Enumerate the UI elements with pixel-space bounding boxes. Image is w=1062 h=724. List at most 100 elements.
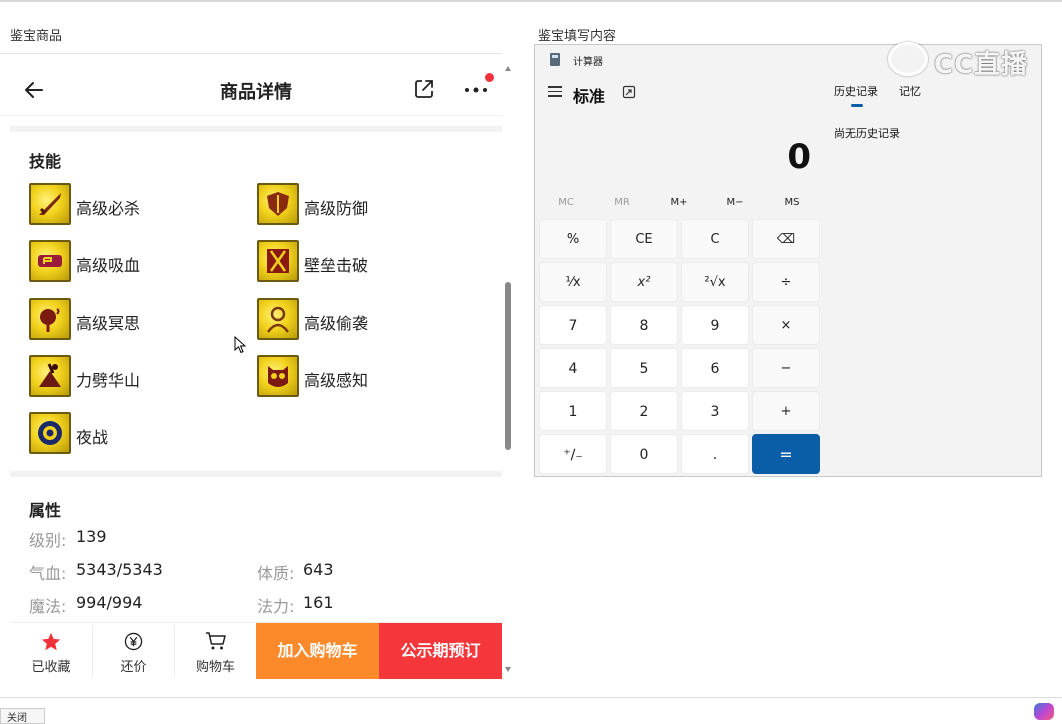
- watermark-text: CC直播: [934, 50, 1029, 80]
- left-panel-title: 鉴宝商品: [10, 29, 63, 44]
- clear-button[interactable]: C: [681, 219, 749, 259]
- watermark-circle: [888, 42, 928, 76]
- cleave-icon: [29, 355, 71, 397]
- digit-3-button[interactable]: 3: [681, 391, 749, 431]
- section-separator: [10, 471, 502, 477]
- level-label: 级别:: [29, 531, 67, 550]
- digit-8-button[interactable]: 8: [610, 305, 678, 345]
- magic-value: 161: [303, 593, 334, 612]
- digit-2-button[interactable]: 2: [610, 391, 678, 431]
- reserve-button[interactable]: 公示期预订: [379, 623, 502, 679]
- hamburger-menu-icon[interactable]: [548, 86, 562, 98]
- tab-history[interactable]: 历史记录: [834, 83, 878, 99]
- skills-title: 技能: [29, 152, 62, 171]
- divide-button[interactable]: ÷: [752, 262, 820, 302]
- skill-item[interactable]: 夜战: [29, 412, 229, 456]
- calculator-display: 0: [787, 137, 811, 177]
- meditation-icon: [29, 298, 71, 340]
- add-to-cart-button[interactable]: 加入购物车: [256, 623, 379, 679]
- calculator-window: 计算器 标准 0 MC MR M+ M− MS % CE C ⌫ ¹⁄x x² …: [534, 44, 1042, 477]
- square-button[interactable]: x²: [610, 262, 678, 302]
- scroll-down-arrow[interactable]: [505, 667, 511, 672]
- reciprocal-button[interactable]: ¹⁄x: [539, 262, 607, 302]
- level-value: 139: [76, 527, 107, 546]
- yen-coin-icon: [124, 632, 143, 651]
- skill-name: 高级偷袭: [304, 314, 369, 333]
- multiply-button[interactable]: ×: [752, 305, 820, 345]
- right-panel-title: 鉴宝填写内容: [538, 29, 617, 44]
- footer-divider: [0, 697, 1062, 698]
- shopping-cart-icon: [206, 632, 226, 650]
- clear-entry-button[interactable]: CE: [610, 219, 678, 259]
- active-tab-indicator: [851, 104, 863, 107]
- skill-item[interactable]: 高级吸血: [29, 240, 229, 284]
- plus-button[interactable]: +: [752, 391, 820, 431]
- eye-icon: [29, 412, 71, 454]
- scrollbar-thumb[interactable]: [505, 282, 511, 450]
- digit-5-button[interactable]: 5: [610, 348, 678, 388]
- decimal-button[interactable]: .: [681, 434, 749, 474]
- digit-7-button[interactable]: 7: [539, 305, 607, 345]
- app-logo-icon[interactable]: [1034, 703, 1054, 720]
- star-icon: [41, 632, 61, 651]
- skill-item[interactable]: 高级防御: [257, 183, 457, 227]
- digit-6-button[interactable]: 6: [681, 348, 749, 388]
- constitution-label: 体质:: [257, 564, 295, 583]
- skill-item[interactable]: 高级必杀: [29, 183, 229, 227]
- notification-dot: [485, 73, 494, 82]
- share-icon[interactable]: [413, 78, 435, 100]
- favorite-label: 已收藏: [31, 660, 71, 675]
- more-icon[interactable]: [462, 78, 490, 100]
- cart-label: 购物车: [195, 660, 235, 675]
- sword-icon: [29, 183, 71, 225]
- top-border: [0, 0, 1062, 2]
- skill-item[interactable]: 高级偷袭: [257, 298, 457, 342]
- digit-0-button[interactable]: 0: [610, 434, 678, 474]
- attributes-title: 属性: [29, 501, 62, 520]
- skill-name: 壁垒击破: [304, 256, 369, 275]
- close-button[interactable]: 关闭: [0, 708, 45, 724]
- memory-store-button[interactable]: MS: [764, 197, 820, 208]
- skill-item[interactable]: 高级冥思: [29, 298, 229, 342]
- sneak-icon: [257, 298, 299, 340]
- favorite-button[interactable]: 已收藏: [10, 623, 92, 679]
- nav-bar: 商品详情: [0, 54, 502, 116]
- bargain-label: 还价: [120, 660, 147, 675]
- bottom-action-bar: 已收藏 还价 购物车 加入购物车 公示期预订: [10, 622, 502, 679]
- memory-recall-button[interactable]: MR: [594, 197, 650, 208]
- negate-button[interactable]: ⁺∕₋: [539, 434, 607, 474]
- keep-on-top-icon[interactable]: [622, 85, 636, 99]
- tab-memory[interactable]: 记忆: [899, 83, 921, 99]
- magic-label: 法力:: [257, 597, 295, 616]
- backspace-button[interactable]: ⌫: [752, 219, 820, 259]
- skill-name: 力劈华山: [76, 371, 141, 390]
- history-empty-message: 尚无历史记录: [834, 127, 900, 140]
- skill-name: 高级冥思: [76, 314, 141, 333]
- equals-button[interactable]: =: [752, 434, 820, 474]
- memory-clear-button[interactable]: MC: [538, 197, 594, 208]
- owl-icon: [257, 355, 299, 397]
- skill-name: 高级防御: [304, 199, 369, 218]
- hp-value: 5343/5343: [76, 560, 163, 579]
- square-root-button[interactable]: ²√x: [681, 262, 749, 302]
- skill-item[interactable]: 力劈华山: [29, 355, 229, 399]
- digit-1-button[interactable]: 1: [539, 391, 607, 431]
- memory-subtract-button[interactable]: M−: [707, 197, 763, 208]
- skill-name: 夜战: [76, 428, 109, 447]
- bargain-button[interactable]: 还价: [93, 623, 174, 679]
- mp-label: 魔法:: [29, 597, 67, 616]
- percent-button[interactable]: %: [539, 219, 607, 259]
- calculator-mode: 标准: [573, 87, 606, 106]
- skill-name: 高级吸血: [76, 256, 141, 275]
- product-detail-panel: 商品详情 技能 高级必杀 高级防御 高级吸血 壁垒击破 高级冥思 高级偷袭 力劈…: [0, 54, 502, 678]
- section-separator: [10, 126, 502, 132]
- digit-9-button[interactable]: 9: [681, 305, 749, 345]
- scroll-up-arrow[interactable]: [505, 66, 511, 71]
- calculator-app-title: 计算器: [573, 57, 603, 68]
- skill-item[interactable]: 高级感知: [257, 355, 457, 399]
- memory-add-button[interactable]: M+: [651, 197, 707, 208]
- digit-4-button[interactable]: 4: [539, 348, 607, 388]
- minus-button[interactable]: −: [752, 348, 820, 388]
- cart-button[interactable]: 购物车: [175, 623, 256, 679]
- skill-item[interactable]: 壁垒击破: [257, 240, 457, 284]
